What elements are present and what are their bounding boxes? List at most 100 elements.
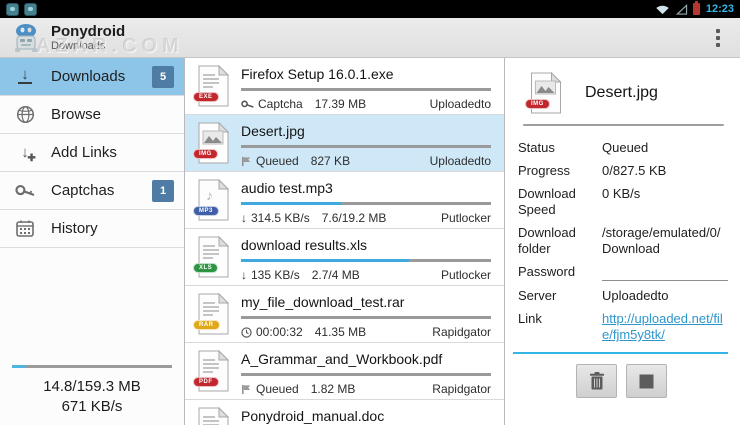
download-progress-bar (241, 316, 491, 319)
svg-text:♪: ♪ (206, 187, 213, 203)
download-link[interactable]: http://uploaded.net/file/fjm5y8tk/ (602, 311, 728, 343)
download-name: download results.xls (241, 237, 368, 253)
app-notification-icon[interactable] (6, 2, 19, 16)
ponydroid-logo-icon (15, 23, 37, 52)
details-accent-divider (513, 352, 728, 354)
app-notification-icon[interactable] (24, 2, 37, 16)
download-size: 17.39 MB (314, 97, 367, 111)
details-file-name: Desert.jpg (585, 84, 658, 101)
download-progress-bar (241, 373, 491, 376)
title-block: Ponydroid Downloads (51, 23, 125, 53)
details-panel: IMG Desert.jpg Status Queued Progress 0/… (505, 58, 740, 425)
sidebar-item-captchas[interactable]: Captchas 1 (0, 172, 184, 210)
download-row-manual-doc[interactable]: DOC Ponydroid_manual.doc (185, 400, 504, 425)
download-size: 2.7/4 MB (311, 268, 360, 282)
sidebar-item-downloads[interactable]: ↓ Downloads 5 (0, 58, 184, 96)
sidebar-item-add-links[interactable]: ↓ ✚ Add Links (0, 134, 184, 172)
download-size: 7.6/19.2 MB (321, 211, 387, 225)
password-input[interactable] (602, 264, 728, 281)
main-content: ↓ Downloads 5 Browse ↓ ✚ Add Links Captch… (0, 58, 740, 425)
file-type-icon-exe: EXE (193, 64, 230, 107)
sidebar-footer: 14.8/159.3 MB 671 KB/s (0, 365, 184, 417)
download-name: audio test.mp3 (241, 180, 333, 196)
app-header: Ponydroid Downloads AZAR.COM (0, 18, 740, 58)
overall-progress-bar (12, 365, 172, 368)
file-badge: RAR (193, 320, 220, 330)
sidebar-item-history[interactable]: History (0, 210, 184, 248)
field-label-link: Link (518, 311, 542, 326)
queue-flag-icon (241, 384, 252, 395)
download-name: my_file_download_test.rar (241, 294, 405, 310)
file-type-icon-rar: RAR (193, 292, 230, 335)
key-icon (241, 100, 254, 109)
file-badge: IMG (193, 149, 218, 159)
overflow-menu-icon[interactable] (706, 22, 730, 54)
download-size: 1.82 MB (310, 382, 356, 396)
field-label-progress: Progress (518, 163, 571, 178)
stop-button[interactable] (626, 364, 667, 398)
sidebar-item-label: Downloads (51, 68, 126, 85)
details-header: IMG Desert.jpg (515, 71, 728, 114)
globe-icon (13, 105, 37, 124)
download-size: 827 KB (310, 154, 351, 168)
app-title: Ponydroid (51, 22, 126, 40)
down-arrow-icon: ↓ (241, 268, 247, 282)
sidebar-item-label: Browse (51, 106, 102, 123)
sidebar-item-browse[interactable]: Browse (0, 96, 184, 134)
down-arrow-icon: ↓ (241, 211, 247, 225)
file-type-icon-mp3: ♪ MP3 (193, 178, 230, 221)
delete-button[interactable] (576, 364, 617, 398)
captchas-count-badge: 1 (152, 179, 174, 202)
download-server: Uploadedto (429, 97, 491, 111)
app-subtitle: Downloads (51, 39, 106, 52)
download-server: Putlocker (440, 211, 491, 225)
download-server: Rapidgator (432, 382, 491, 396)
stop-icon (639, 374, 654, 388)
download-row-firefox-exe[interactable]: EXE Firefox Setup 16.0.1.exe Captcha 17.… (185, 58, 504, 115)
file-badge: MP3 (193, 206, 219, 216)
overall-progress-text: 14.8/159.3 MB (43, 378, 141, 395)
download-status: 00:00:32 (256, 325, 303, 339)
download-progress-bar (241, 259, 491, 262)
download-row-desert-jpg[interactable]: IMG Desert.jpg Queued 827 KB Uploadedto (185, 115, 504, 172)
field-value-download-speed: 0 KB/s (602, 186, 641, 201)
file-type-icon-img: IMG (193, 121, 230, 164)
field-label-password: Password (518, 264, 576, 279)
download-status: Captcha (258, 97, 303, 111)
sidebar-item-label: Captchas (51, 182, 115, 199)
download-name: Ponydroid_manual.doc (241, 408, 385, 424)
file-badge: PDF (193, 377, 219, 387)
downloads-count-badge: 5 (152, 65, 174, 88)
overall-progress-fill (12, 365, 27, 368)
file-type-icon-xls: XLS (193, 235, 230, 278)
signal-icon (675, 3, 688, 15)
field-label-status: Status (518, 140, 555, 155)
download-row-workbook-pdf[interactable]: PDF A_Grammar_and_Workbook.pdf Queued 1.… (185, 343, 504, 400)
download-name: Desert.jpg (241, 123, 305, 139)
status-bar: 12:23 (0, 0, 740, 18)
download-icon: ↓ (13, 67, 37, 84)
battery-icon (692, 1, 700, 15)
download-row-test-rar[interactable]: RAR my_file_download_test.rar 00:00:32 4… (185, 286, 504, 343)
queue-flag-icon (241, 156, 252, 167)
download-row-results-xls[interactable]: XLS download results.xls ↓ 135 KB/s 2.7/… (185, 229, 504, 286)
download-name: Firefox Setup 16.0.1.exe (241, 66, 394, 82)
sidebar-item-label: Add Links (51, 144, 117, 161)
download-status: Queued (256, 382, 299, 396)
field-value-server: Uploadedto (602, 288, 669, 303)
field-label-download-folder: Download folder (518, 225, 576, 256)
file-type-icon-img: IMG (525, 71, 563, 114)
field-value-download-folder: /storage/emulated/0/Download (602, 225, 721, 256)
download-row-audio-mp3[interactable]: ♪ MP3 audio test.mp3 ↓ 314.5 KB/s 7.6/19… (185, 172, 504, 229)
file-badge: XLS (193, 263, 219, 273)
key-icon (13, 184, 37, 198)
download-status: 314.5 KB/s (251, 211, 310, 225)
details-divider (523, 124, 724, 126)
calendar-icon (13, 220, 37, 237)
file-type-icon-pdf: PDF (193, 349, 230, 392)
sidebar: ↓ Downloads 5 Browse ↓ ✚ Add Links Captch… (0, 58, 185, 425)
trash-icon (589, 372, 604, 390)
status-bar-clock: 12:23 (705, 3, 734, 15)
file-badge: EXE (193, 92, 219, 102)
download-progress-bar (241, 145, 491, 148)
